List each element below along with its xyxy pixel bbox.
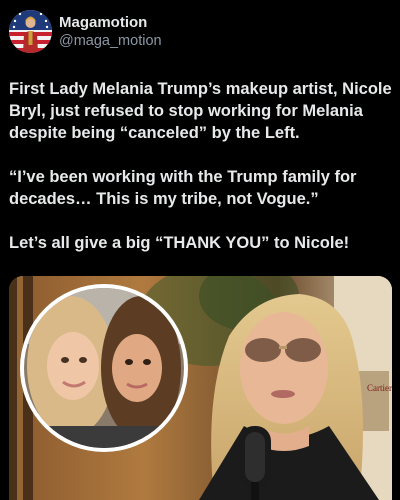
post-paragraph-3: Let’s all give a big “THANK YOU” to Nico… [9, 234, 350, 252]
flag-avatar-icon[interactable] [9, 10, 52, 53]
post-paragraph-2: “I’ve been working with the Trump family… [9, 168, 357, 208]
post-paragraph-1: First Lady Melania Trump’s makeup artist… [9, 80, 392, 142]
author-handle[interactable]: @maga_motion [59, 32, 162, 50]
background-sign-text: Cartier [367, 383, 392, 393]
author-display-name[interactable]: Magamotion [59, 14, 162, 32]
post-text: First Lady Melania Trump’s makeup artist… [9, 78, 393, 276]
post-header: Magamotion @maga_motion [9, 10, 162, 53]
author-names: Magamotion @maga_motion [59, 14, 162, 50]
post-media-photo[interactable]: Cartier [9, 276, 392, 500]
